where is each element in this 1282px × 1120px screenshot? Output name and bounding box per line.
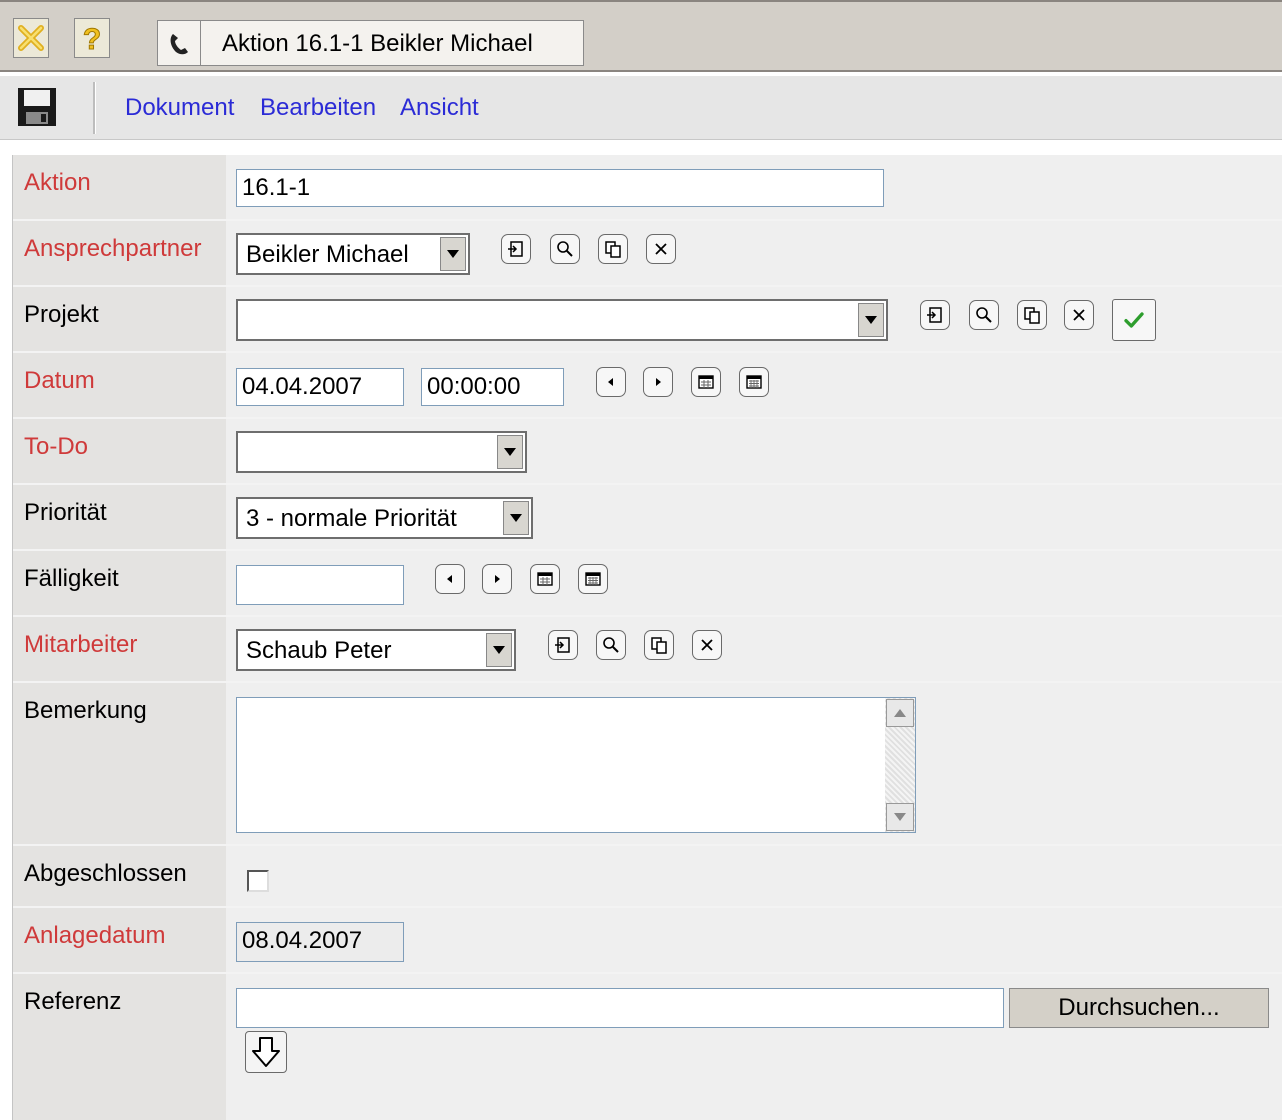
row-projekt: Projekt	[13, 287, 1282, 353]
open-icon[interactable]	[548, 630, 578, 660]
label-referenz: Referenz	[24, 988, 122, 1015]
label-bemerkung: Bemerkung	[24, 697, 147, 724]
scroll-up-icon[interactable]	[886, 699, 914, 727]
calendar-time-icon[interactable]	[739, 367, 769, 397]
copy-icon[interactable]	[644, 630, 674, 660]
prioritaet-value: 3 - normale Priorität	[246, 505, 457, 532]
row-anlagedatum: Anlagedatum 08.04.2007	[13, 908, 1282, 974]
window-title: Aktion 16.1-1 Beikler Michael	[222, 30, 533, 57]
row-datum: Datum 04.04.2007 00:00:00	[13, 353, 1282, 419]
label-todo: To-Do	[24, 433, 89, 460]
mitarbeiter-value: Schaub Peter	[246, 637, 392, 664]
row-todo: To-Do	[13, 419, 1282, 485]
row-bemerkung: Bemerkung	[13, 683, 1282, 846]
prioritaet-select[interactable]: 3 - normale Priorität	[236, 497, 533, 539]
label-datum: Datum	[24, 367, 95, 394]
row-prioritaet: Priorität 3 - normale Priorität	[13, 485, 1282, 551]
row-aktion: Aktion 16.1-1	[13, 155, 1282, 221]
row-abgeschlossen: Abgeschlossen	[13, 846, 1282, 908]
scroll-down-icon[interactable]	[886, 803, 914, 831]
row-ansprechpartner: Ansprechpartner Beikler Michael	[13, 221, 1282, 287]
title-bar: ? Aktion 16.1-1 Beikler Michael	[0, 0, 1282, 72]
row-referenz: Referenz Durchsuchen...	[13, 974, 1282, 1120]
label-prioritaet: Priorität	[24, 499, 107, 526]
aktion-input[interactable]: 16.1-1	[236, 169, 884, 207]
row-mitarbeiter: Mitarbeiter Schaub Peter	[13, 617, 1282, 683]
download-arrow-icon[interactable]	[245, 1031, 287, 1073]
checkmark-icon[interactable]	[1112, 299, 1156, 341]
datum-time-input[interactable]: 00:00:00	[421, 368, 564, 406]
referenz-file-input[interactable]	[236, 988, 1004, 1028]
menu-bearbeiten[interactable]: Bearbeiten	[260, 94, 376, 122]
open-icon[interactable]	[501, 234, 531, 264]
label-abgeschlossen: Abgeschlossen	[24, 860, 187, 887]
chevron-down-icon[interactable]	[440, 237, 466, 271]
datum-date-input[interactable]: 04.04.2007	[236, 368, 404, 406]
label-aktion: Aktion	[24, 169, 91, 196]
clear-icon[interactable]	[692, 630, 722, 660]
anlagedatum-field: 08.04.2007	[236, 922, 404, 962]
copy-icon[interactable]	[1017, 300, 1047, 330]
chevron-down-icon[interactable]	[497, 435, 523, 469]
label-faelligkeit: Fälligkeit	[24, 565, 119, 592]
next-icon[interactable]	[482, 564, 512, 594]
close-icon[interactable]	[13, 18, 49, 58]
mitarbeiter-select[interactable]: Schaub Peter	[236, 629, 516, 671]
chevron-down-icon[interactable]	[503, 501, 529, 535]
calendar-icon[interactable]	[530, 564, 560, 594]
bemerkung-textarea[interactable]	[236, 697, 916, 833]
calendar-time-icon[interactable]	[578, 564, 608, 594]
menu-ansicht[interactable]: Ansicht	[400, 94, 479, 122]
search-icon[interactable]	[969, 300, 999, 330]
label-mitarbeiter: Mitarbeiter	[24, 631, 138, 658]
menu-dokument[interactable]: Dokument	[125, 94, 234, 122]
open-icon[interactable]	[920, 300, 950, 330]
projekt-select[interactable]	[236, 299, 888, 341]
calendar-icon[interactable]	[691, 367, 721, 397]
toolbar: Dokument Bearbeiten Ansicht	[0, 76, 1282, 140]
svg-text:?: ?	[83, 23, 101, 54]
help-icon[interactable]: ?	[74, 18, 110, 58]
ansprechpartner-select[interactable]: Beikler Michael	[236, 233, 470, 275]
label-anlagedatum: Anlagedatum	[24, 922, 166, 949]
previous-icon[interactable]	[596, 367, 626, 397]
clear-icon[interactable]	[1064, 300, 1094, 330]
row-faelligkeit: Fälligkeit	[13, 551, 1282, 617]
ansprechpartner-value: Beikler Michael	[246, 241, 409, 268]
clear-icon[interactable]	[646, 234, 676, 264]
scrollbar[interactable]	[885, 698, 915, 832]
browse-button[interactable]: Durchsuchen...	[1009, 988, 1269, 1028]
previous-icon[interactable]	[435, 564, 465, 594]
search-icon[interactable]	[550, 234, 580, 264]
copy-icon[interactable]	[598, 234, 628, 264]
phone-icon	[158, 21, 201, 65]
floppy-disk-icon[interactable]	[14, 84, 60, 130]
toolbar-separator	[93, 82, 96, 134]
search-icon[interactable]	[596, 630, 626, 660]
chevron-down-icon[interactable]	[486, 633, 512, 667]
window-tab[interactable]: Aktion 16.1-1 Beikler Michael	[157, 20, 584, 66]
label-projekt: Projekt	[24, 301, 99, 328]
abgeschlossen-checkbox[interactable]	[247, 870, 269, 892]
faelligkeit-input[interactable]	[236, 565, 404, 605]
chevron-down-icon[interactable]	[858, 303, 884, 337]
todo-select[interactable]	[236, 431, 527, 473]
label-ansprechpartner: Ansprechpartner	[24, 235, 202, 262]
next-icon[interactable]	[643, 367, 673, 397]
